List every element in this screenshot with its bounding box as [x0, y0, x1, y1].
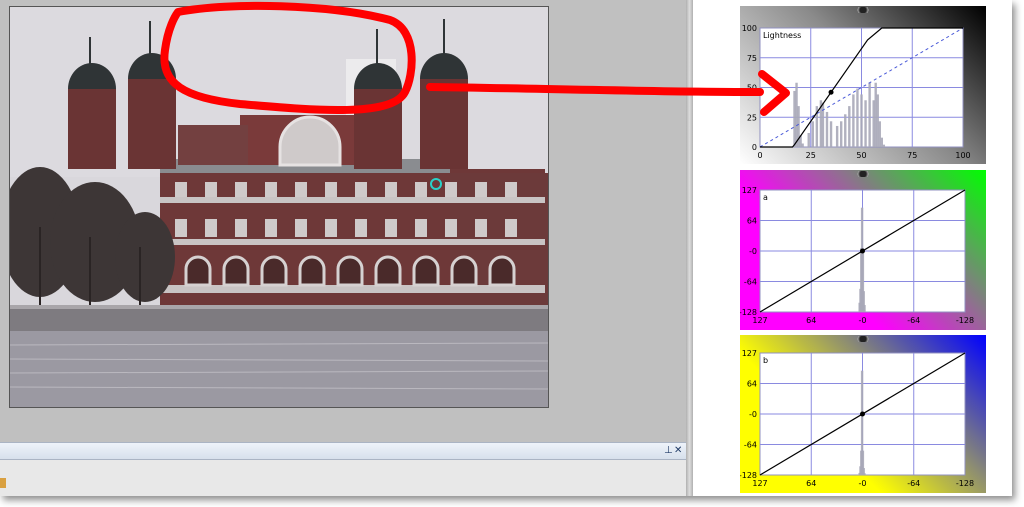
- close-icon[interactable]: ✕: [674, 444, 682, 458]
- b-y-tick-label: -128: [740, 471, 757, 480]
- lightness-x-tick-label: 75: [907, 151, 917, 160]
- lightness-histogram-bar: [811, 121, 814, 147]
- lightness-histogram-bar: [868, 82, 871, 147]
- docked-panel-gripper[interactable]: [0, 478, 6, 488]
- lightness-histogram-bar: [840, 121, 843, 147]
- b-curve-chart[interactable]: 127 64 -0 -64 -128 -128 -64 -0 64 127 b: [740, 335, 986, 493]
- lightness-histogram-bar: [801, 143, 804, 147]
- a-x-tick-label: 127: [752, 316, 767, 325]
- lightness-x-tick-label: 25: [806, 151, 816, 160]
- b-x-tick-label: -0: [859, 479, 867, 488]
- b-x-tick-label: -128: [956, 479, 974, 488]
- lightness-histogram-bar: [856, 88, 859, 147]
- b-y-tick-label: 64: [747, 380, 757, 389]
- b-x-tick-label: 64: [806, 479, 816, 488]
- a-x-tick-label: -128: [956, 316, 974, 325]
- photo-water: [10, 331, 548, 407]
- lightness-x-tick-label: 50: [856, 151, 866, 160]
- lightness-x-tick-label: 100: [955, 151, 970, 160]
- b-y-tick-label: -0: [749, 410, 757, 419]
- lightness-y-tick-label: 100: [742, 24, 757, 33]
- lightness-y-tick-label: 75: [747, 54, 757, 63]
- a-x-tick-label: 64: [806, 316, 816, 325]
- b-control-point: [860, 411, 865, 417]
- a-y-tick-label: 127: [742, 186, 757, 195]
- image-view[interactable]: [9, 6, 549, 408]
- lightness-y-tick-label: 25: [747, 113, 757, 122]
- lightness-y-tick-label: 0: [752, 143, 757, 152]
- lightness-control-point: [828, 89, 834, 95]
- b-histogram-bar: [863, 473, 866, 475]
- lightness-histogram-bar: [825, 111, 829, 147]
- curves-panel: 0 25 50 75 100 0 25 50 75 100 Lightness 127 64 -0 -64…: [693, 0, 1012, 496]
- lightness-histogram-bar: [864, 100, 867, 147]
- a-y-tick-label: -128: [740, 308, 757, 317]
- lightness-histogram-bar: [844, 114, 847, 147]
- lightness-histogram-bar: [860, 94, 863, 147]
- photo-canvas: [10, 7, 548, 407]
- lightness-x-tick-label: 0: [757, 151, 762, 160]
- lightness-curve-chart[interactable]: 0 25 50 75 100 0 25 50 75 100 Lightness: [740, 6, 986, 164]
- a-control-point: [860, 248, 865, 254]
- pin-icon[interactable]: ⊥: [664, 444, 673, 458]
- a-y-tick-label: -0: [749, 247, 757, 256]
- curve-box-a[interactable]: 127 64 -0 -64 -128 -128 -64 -0 64 127 a: [740, 170, 986, 330]
- lightness-histogram-bar: [835, 125, 839, 147]
- app-window: ⊥ ✕ 0 25 50 75 100 0 25 50 75 100 Lightness 127 64 -…: [0, 0, 1012, 496]
- b-channel-label: b: [763, 356, 768, 365]
- lightness-histogram-bar: [807, 132, 810, 147]
- a-histogram-bar: [863, 305, 866, 312]
- curve-box-lightness[interactable]: 0 25 50 75 100 0 25 50 75 100 Lightness: [740, 6, 986, 164]
- docked-panel-titlebar: ⊥ ✕: [0, 442, 686, 460]
- lightness-channel-label: Lightness: [763, 31, 801, 40]
- docked-panel-body: [0, 460, 686, 496]
- photo-arches: [184, 255, 516, 287]
- lightness-histogram-bar: [852, 94, 855, 147]
- lightness-histogram-bar: [882, 144, 886, 147]
- b-y-tick-label: -64: [744, 441, 757, 450]
- a-channel-label: a: [763, 193, 768, 202]
- photo-trees: [10, 167, 175, 302]
- curve-box-b[interactable]: 127 64 -0 -64 -128 -128 -64 -0 64 127 b: [740, 335, 986, 493]
- a-y-tick-label: -64: [744, 278, 757, 287]
- lightness-histogram-bar: [829, 121, 833, 147]
- a-x-tick-label: -0: [859, 316, 867, 325]
- lightness-histogram-bar: [848, 106, 851, 147]
- panel-splitter[interactable]: [686, 0, 693, 496]
- b-x-tick-label: 127: [752, 479, 767, 488]
- a-x-tick-label: -64: [907, 316, 920, 325]
- a-curve-chart[interactable]: 127 64 -0 -64 -128 -128 -64 -0 64 127 a: [740, 170, 986, 330]
- b-y-tick-label: 127: [742, 349, 757, 358]
- b-x-tick-label: -64: [907, 479, 920, 488]
- a-y-tick-label: 64: [747, 217, 757, 226]
- lightness-y-tick-label: 50: [747, 84, 757, 93]
